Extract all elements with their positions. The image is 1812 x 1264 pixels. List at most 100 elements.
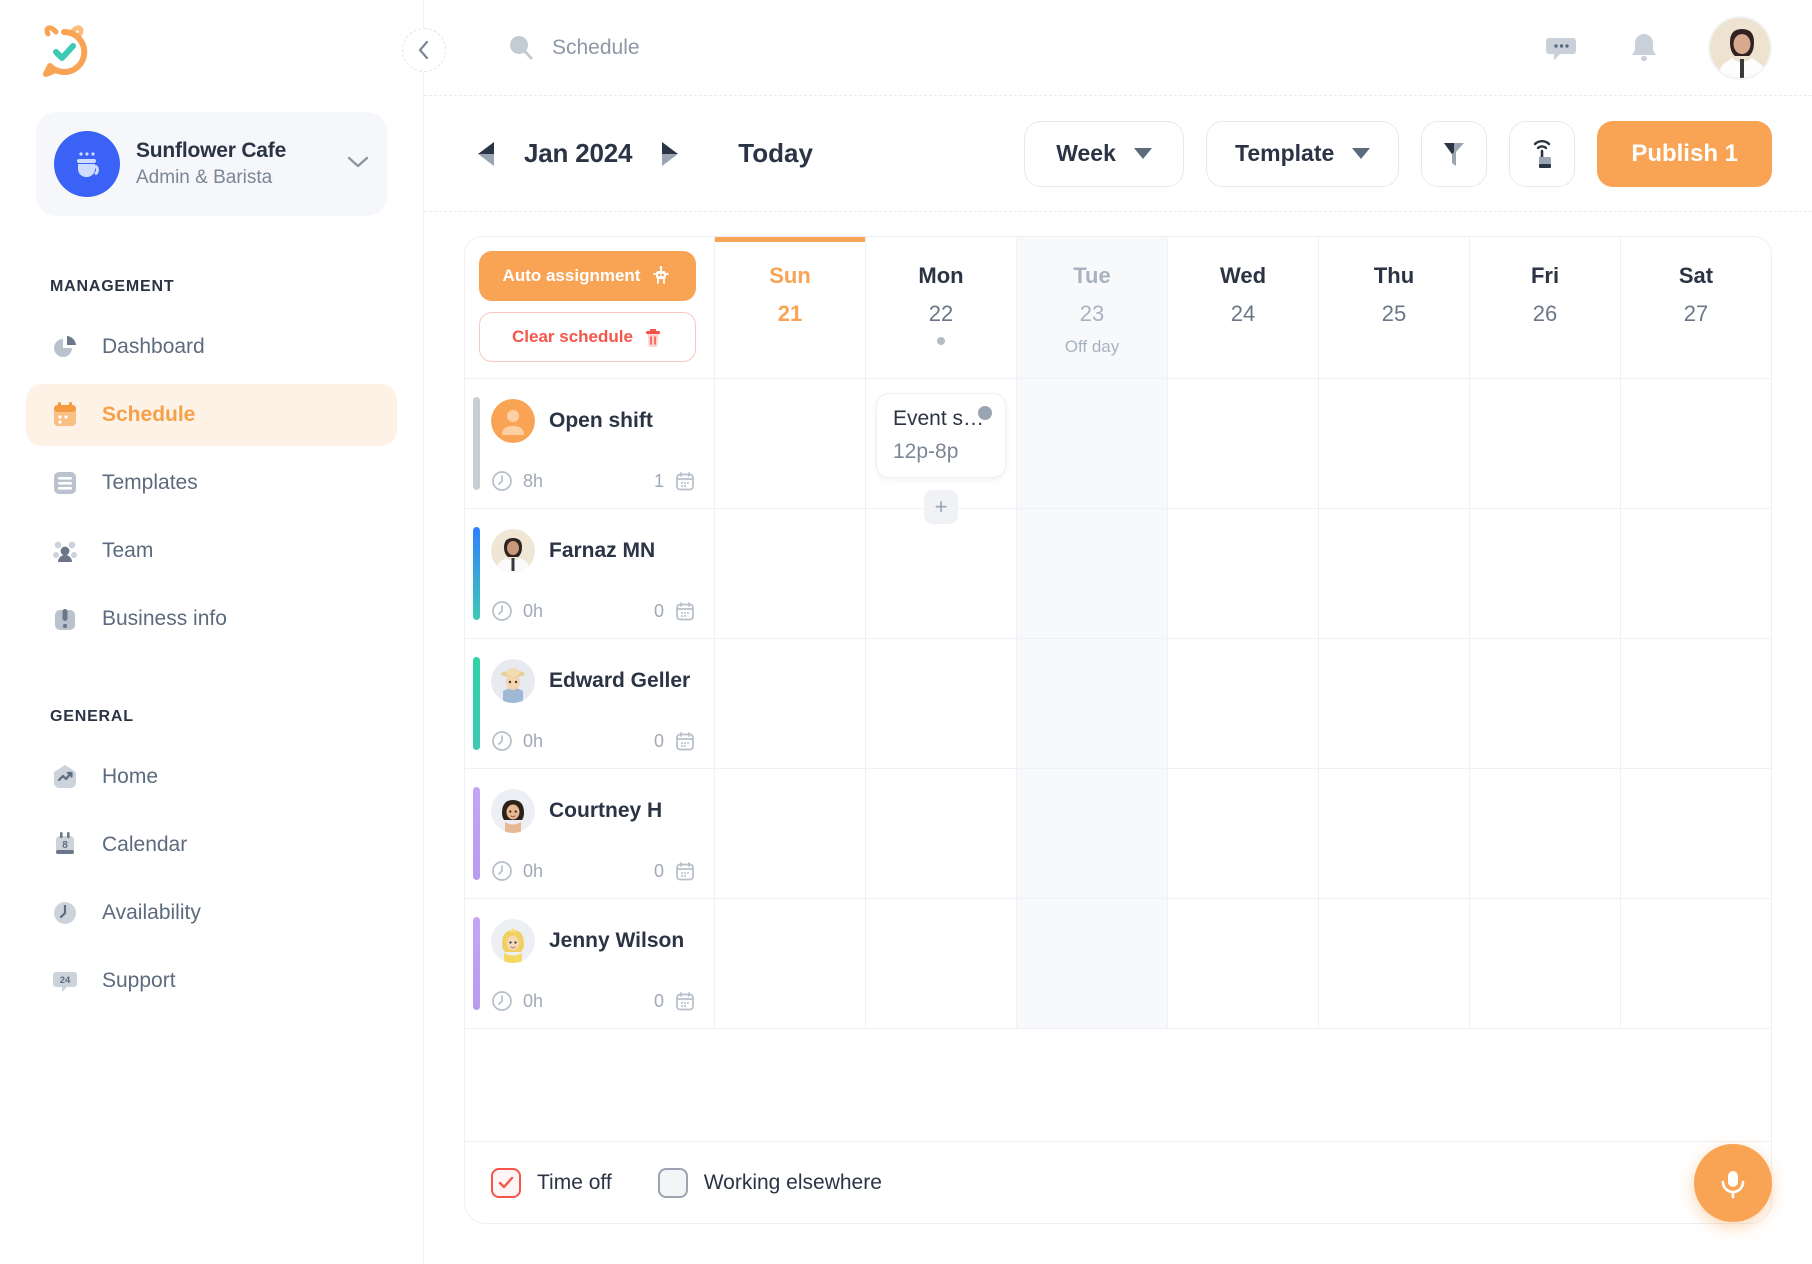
shift-cell-sun[interactable] xyxy=(715,509,866,638)
day-number: 25 xyxy=(1382,301,1406,327)
shift-cell-wed[interactable] xyxy=(1168,509,1319,638)
sidebar-item-business-info[interactable]: Business info xyxy=(26,588,397,650)
employee-shift-count: 0 xyxy=(654,861,664,882)
day-header-wed[interactable]: Wed 24 xyxy=(1168,237,1319,378)
sidebar-item-schedule[interactable]: Schedule xyxy=(26,384,397,446)
employee-info-courtney-h[interactable]: Courtney H 0h 0 xyxy=(465,769,715,898)
template-select[interactable]: Template xyxy=(1206,121,1399,187)
day-header-mon[interactable]: Mon 22 xyxy=(866,237,1017,378)
shift-cell-mon[interactable] xyxy=(866,769,1017,898)
top-bar: Schedule xyxy=(424,0,1812,96)
filter-button[interactable] xyxy=(1421,121,1487,187)
shift-cell-sat[interactable] xyxy=(1621,899,1771,1028)
shift-cell-mon[interactable] xyxy=(866,509,1017,638)
shift-cell-fri[interactable] xyxy=(1470,639,1621,768)
employee-info-farnaz-mn[interactable]: Farnaz MN 0h 0 xyxy=(465,509,715,638)
legend-time-off[interactable]: Time off xyxy=(491,1168,612,1198)
shift-cell-tue[interactable] xyxy=(1017,509,1168,638)
user-avatar-photo xyxy=(1710,18,1772,80)
shift-cell-sun[interactable] xyxy=(715,769,866,898)
legend-working-elsewhere[interactable]: Working elsewhere xyxy=(658,1168,882,1198)
employee-shift-count: 0 xyxy=(654,731,664,752)
prev-week-button[interactable] xyxy=(474,140,498,168)
app-logo[interactable] xyxy=(0,0,423,96)
shift-cell-thu[interactable] xyxy=(1319,769,1470,898)
chevron-down-icon[interactable] xyxy=(347,154,369,174)
day-header-tue[interactable]: Tue 23 Off day xyxy=(1017,237,1168,378)
sidebar-item-availability[interactable]: Availability xyxy=(26,882,397,944)
shift-cell-sat[interactable] xyxy=(1621,509,1771,638)
day-header-sat[interactable]: Sat 27 xyxy=(1621,237,1771,378)
shift-cell-mon[interactable] xyxy=(866,899,1017,1028)
sidebar-nav-management: Dashboard Schedule xyxy=(0,316,423,650)
app-window: Sunflower Cafe Admin & Barista MANAGEMEN… xyxy=(0,0,1812,1264)
employee-info-edward-geller[interactable]: Edward Geller 0h 0 xyxy=(465,639,715,768)
sidebar-item-support[interactable]: 24 Support xyxy=(26,950,397,1012)
auto-assignment-button[interactable]: Auto assignment xyxy=(479,251,696,301)
broadcast-button[interactable] xyxy=(1509,121,1575,187)
employee-shift-count: 1 xyxy=(654,471,664,492)
shift-cell-tue[interactable] xyxy=(1017,899,1168,1028)
schedule-bulk-actions: Auto assignment Clear schedu xyxy=(465,237,715,378)
sidebar-item-dashboard[interactable]: Dashboard xyxy=(26,316,397,378)
employee-info-jenny-wilson[interactable]: Jenny Wilson 0h 0 xyxy=(465,899,715,1028)
view-select-week[interactable]: Week xyxy=(1024,121,1184,187)
event-time: 12p-8p xyxy=(893,440,989,464)
top-actions xyxy=(1542,16,1772,80)
off-day-label: Off day xyxy=(1065,337,1120,357)
sidebar-item-label: Templates xyxy=(102,471,198,495)
shift-cell-thu[interactable] xyxy=(1319,639,1470,768)
shift-cell-wed[interactable] xyxy=(1168,899,1319,1028)
shift-cell-thu[interactable] xyxy=(1319,509,1470,638)
row-accent-bar xyxy=(473,917,480,1010)
shift-cell-sun[interactable] xyxy=(715,379,866,508)
org-selector[interactable]: Sunflower Cafe Admin & Barista xyxy=(36,112,387,216)
sidebar-item-templates[interactable]: Templates xyxy=(26,452,397,514)
sidebar-item-label: Home xyxy=(102,765,158,789)
day-header-thu[interactable]: Thu 25 xyxy=(1319,237,1470,378)
schedule-header-row: Auto assignment Clear schedu xyxy=(465,237,1771,379)
shift-cell-thu[interactable] xyxy=(1319,379,1470,508)
shift-cell-wed[interactable] xyxy=(1168,379,1319,508)
checkbox-empty-icon[interactable] xyxy=(658,1168,688,1198)
row-accent-bar xyxy=(473,787,480,880)
publish-button[interactable]: Publish 1 xyxy=(1597,121,1772,187)
shift-cell-mon[interactable]: Event s… 12p-8p + xyxy=(866,379,1017,508)
clear-schedule-button[interactable]: Clear schedule xyxy=(479,312,696,362)
sidebar-item-calendar[interactable]: 8 Calendar xyxy=(26,814,397,876)
shift-cell-tue[interactable] xyxy=(1017,379,1168,508)
next-week-button[interactable] xyxy=(658,140,682,168)
employee-name: Jenny Wilson xyxy=(549,929,684,953)
today-button[interactable]: Today xyxy=(738,138,813,169)
chat-bubble-icon[interactable] xyxy=(1542,29,1580,67)
checkbox-checked-icon[interactable] xyxy=(491,1168,521,1198)
shift-cell-sat[interactable] xyxy=(1621,769,1771,898)
shift-cell-fri[interactable] xyxy=(1470,509,1621,638)
sidebar-collapse-button[interactable] xyxy=(402,28,446,72)
shift-cell-wed[interactable] xyxy=(1168,769,1319,898)
shift-cell-thu[interactable] xyxy=(1319,899,1470,1028)
view-select-value: Week xyxy=(1056,140,1116,167)
shift-cell-tue[interactable] xyxy=(1017,769,1168,898)
shift-cell-mon[interactable] xyxy=(866,639,1017,768)
shift-cell-fri[interactable] xyxy=(1470,379,1621,508)
employee-info-open-shift[interactable]: Open shift 8h 1 xyxy=(465,379,715,508)
day-header-sun[interactable]: Sun 21 xyxy=(715,237,866,378)
shift-cell-sat[interactable] xyxy=(1621,379,1771,508)
day-header-fri[interactable]: Fri 26 xyxy=(1470,237,1621,378)
shift-cell-sat[interactable] xyxy=(1621,639,1771,768)
avatar[interactable] xyxy=(1708,16,1772,80)
shift-event-card[interactable]: Event s… 12p-8p xyxy=(876,393,1006,478)
search-input[interactable]: Schedule xyxy=(504,31,1542,65)
day-number: 21 xyxy=(778,301,802,327)
sidebar-item-home[interactable]: Home xyxy=(26,746,397,808)
shift-cell-tue[interactable] xyxy=(1017,639,1168,768)
voice-assistant-button[interactable] xyxy=(1694,1144,1772,1222)
shift-cell-fri[interactable] xyxy=(1470,769,1621,898)
shift-cell-fri[interactable] xyxy=(1470,899,1621,1028)
shift-cell-sun[interactable] xyxy=(715,899,866,1028)
sidebar-item-team[interactable]: Team xyxy=(26,520,397,582)
shift-cell-sun[interactable] xyxy=(715,639,866,768)
bell-icon[interactable] xyxy=(1626,29,1662,67)
shift-cell-wed[interactable] xyxy=(1168,639,1319,768)
